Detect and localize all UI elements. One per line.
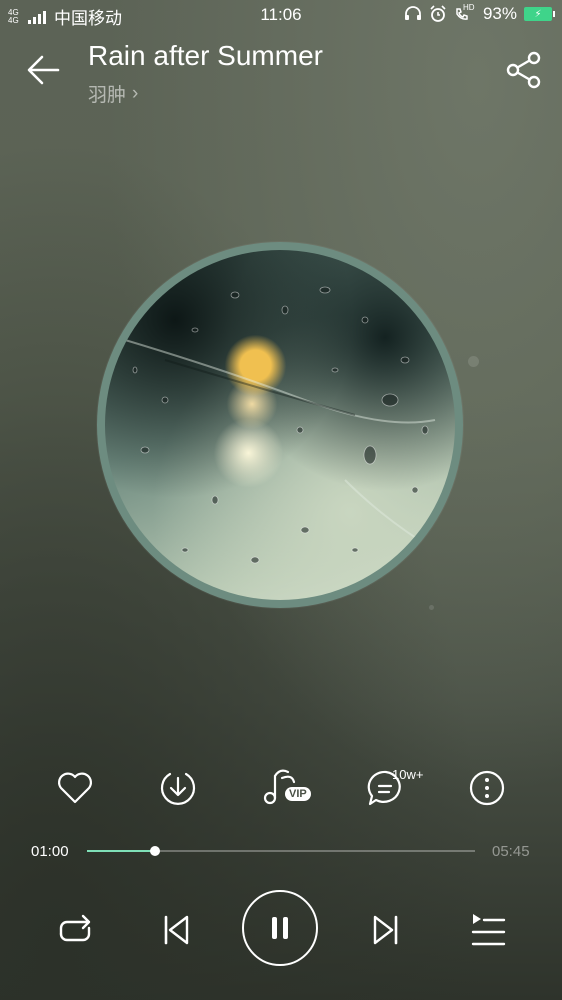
comment-count: 10w+ bbox=[392, 767, 424, 782]
share-icon[interactable] bbox=[504, 50, 544, 90]
artist-link[interactable]: 羽肿 › bbox=[88, 80, 138, 107]
progress-thumb[interactable] bbox=[149, 846, 160, 856]
repeat-icon[interactable] bbox=[51, 906, 99, 954]
raindrops bbox=[124, 286, 436, 564]
status-bar: 4G 4G 中国移动 11:06 HD 93% ⚡ bbox=[0, 0, 562, 30]
vip-badge: VIP bbox=[285, 787, 311, 801]
more-icon[interactable] bbox=[465, 766, 509, 810]
pause-icon bbox=[272, 917, 288, 939]
song-title: Rain after Summer bbox=[88, 40, 323, 71]
artist-name: 羽肿 bbox=[88, 85, 127, 106]
decor-dot bbox=[429, 605, 434, 610]
battery-percent: 93% bbox=[482, 4, 517, 23]
progress-bar[interactable] bbox=[87, 846, 475, 856]
download-icon[interactable] bbox=[156, 766, 200, 810]
album-art-image bbox=[105, 250, 455, 600]
headset-icon bbox=[404, 6, 421, 20]
battery-icon: ⚡ bbox=[524, 7, 555, 21]
playlist-icon[interactable] bbox=[464, 906, 512, 954]
back-arrow-icon[interactable] bbox=[22, 50, 66, 90]
total-time: 05:45 bbox=[492, 843, 530, 860]
next-icon[interactable] bbox=[362, 906, 410, 954]
vip-sound-icon bbox=[263, 769, 296, 805]
vip-sound-button[interactable]: VIP bbox=[258, 764, 314, 810]
chevron-right-icon: › bbox=[132, 82, 139, 104]
progress-fill bbox=[87, 850, 155, 852]
current-time: 01:00 bbox=[31, 843, 69, 860]
album-cover[interactable] bbox=[97, 242, 463, 608]
hd-call-icon: HD bbox=[454, 3, 476, 23]
decor-dot bbox=[468, 356, 479, 367]
pause-button[interactable] bbox=[242, 890, 318, 966]
heart-icon[interactable] bbox=[53, 766, 97, 810]
previous-icon[interactable] bbox=[152, 906, 200, 954]
alarm-icon bbox=[430, 5, 446, 22]
